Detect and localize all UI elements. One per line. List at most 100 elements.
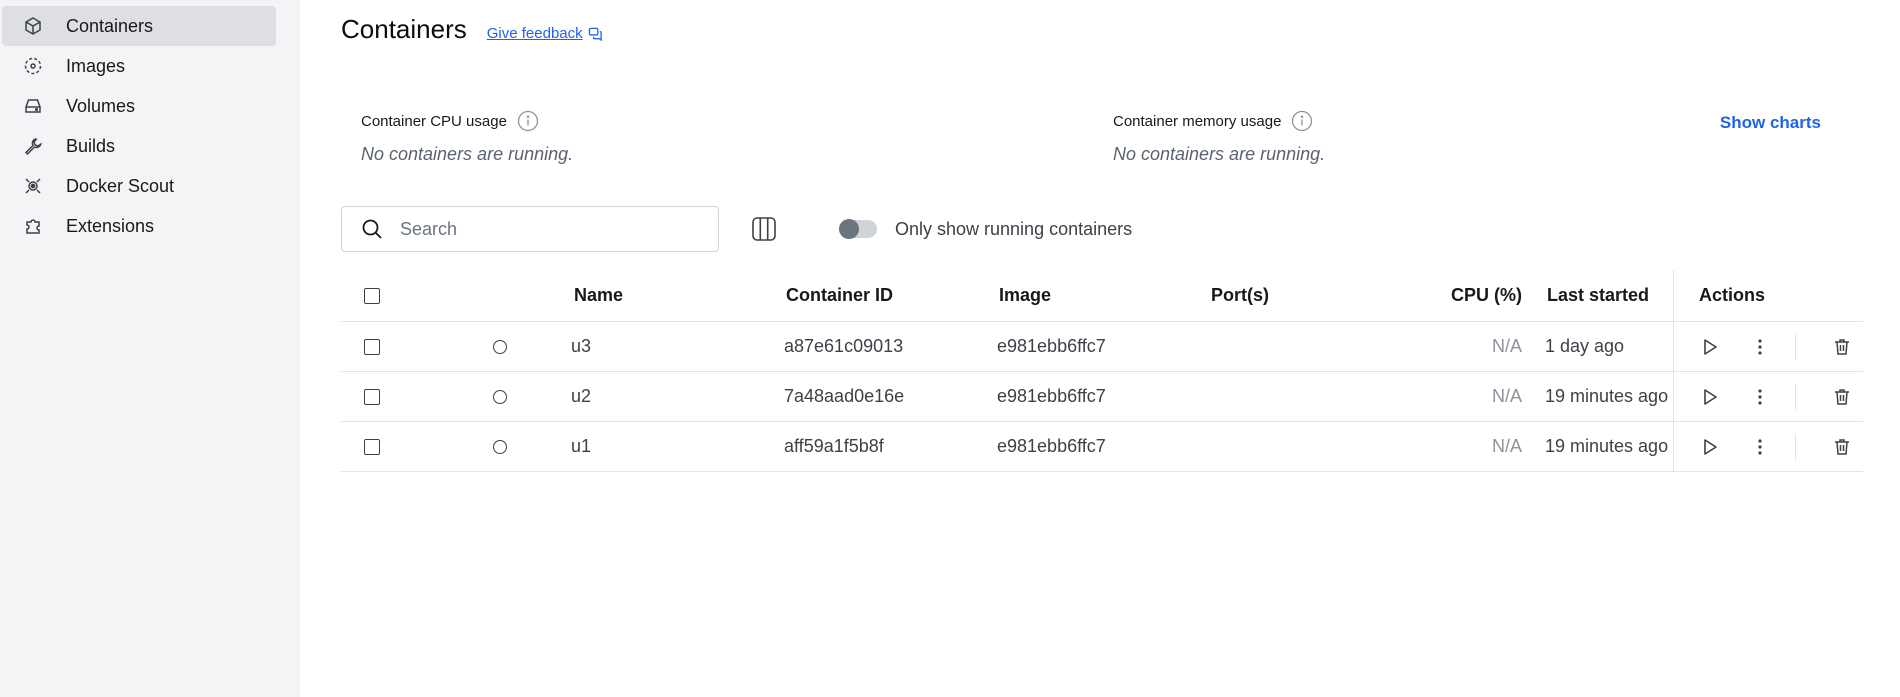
play-icon	[1704, 338, 1717, 355]
sidebar-item-volumes[interactable]: Volumes	[2, 86, 276, 126]
info-icon[interactable]	[1291, 110, 1313, 132]
container-image[interactable]: e981ebb6ffc7	[997, 422, 1106, 471]
trash-icon	[1835, 338, 1849, 355]
actions-divider	[1673, 372, 1674, 421]
actions-divider	[1673, 270, 1674, 321]
action-divider	[1795, 334, 1796, 360]
container-id: a87e61c09013	[784, 336, 904, 356]
row-checkbox[interactable]	[364, 338, 380, 355]
sidebar: Containers Images Volumes Builds Docker …	[0, 0, 300, 697]
running-only-toggle[interactable]	[839, 219, 877, 239]
show-charts-button[interactable]: Show charts	[1720, 113, 1821, 133]
container-image[interactable]: e981ebb6ffc7	[997, 322, 1106, 371]
action-divider	[1795, 434, 1796, 460]
feedback-icon	[588, 27, 602, 41]
scout-icon	[22, 175, 44, 197]
toolbar: Only show running containers	[341, 206, 1132, 252]
sidebar-item-label: Volumes	[66, 95, 136, 116]
memory-usage-value: No containers are running.	[1113, 144, 1326, 164]
search-input[interactable]	[398, 217, 698, 241]
sidebar-item-label: Docker Scout	[66, 175, 175, 196]
sidebar-item-images[interactable]: Images	[2, 46, 276, 86]
running-only-label: Only show running containers	[895, 218, 1133, 239]
table-header: Name Container ID Image Port(s) CPU (%) …	[341, 270, 1863, 322]
more-vertical-icon	[1758, 438, 1762, 455]
memory-usage-panel: Container memory usage No containers are…	[1113, 110, 1325, 165]
cpu-usage-value: No containers are running.	[361, 144, 574, 164]
delete-button[interactable]	[1828, 383, 1856, 411]
header-cpu[interactable]: CPU (%)	[1451, 270, 1522, 321]
search-icon	[362, 219, 382, 239]
toggle-knob	[839, 219, 859, 239]
columns-button[interactable]	[749, 214, 779, 244]
title-row: Containers Give feedback	[341, 14, 603, 45]
row-checkbox[interactable]	[364, 388, 380, 405]
container-name[interactable]: u1	[571, 422, 591, 471]
delete-button[interactable]	[1828, 433, 1856, 461]
actions-divider	[1673, 422, 1674, 471]
container-cpu: N/A	[1492, 336, 1523, 356]
sidebar-item-label: Extensions	[66, 215, 155, 236]
sidebar-item-label: Builds	[66, 135, 116, 156]
images-icon	[22, 55, 44, 77]
header-last-started[interactable]: Last started	[1547, 270, 1649, 321]
search-box[interactable]	[341, 206, 719, 252]
info-icon[interactable]	[517, 110, 539, 132]
select-all-checkbox[interactable]	[364, 287, 380, 304]
status-icon	[493, 339, 507, 354]
sidebar-item-builds[interactable]: Builds	[2, 126, 276, 166]
give-feedback-label: Give feedback	[486, 25, 583, 42]
header-actions: Actions	[1699, 285, 1766, 305]
status-icon	[493, 439, 507, 454]
more-button[interactable]	[1746, 333, 1774, 361]
memory-usage-label: Container memory usage	[1113, 112, 1282, 130]
sidebar-item-label: Images	[66, 55, 126, 76]
sidebar-item-docker-scout[interactable]: Docker Scout	[2, 166, 276, 206]
header-image[interactable]: Image	[999, 270, 1051, 321]
container-last-started: 19 minutes ago	[1545, 436, 1669, 456]
more-button[interactable]	[1746, 383, 1774, 411]
select-all-cell	[364, 270, 380, 321]
cpu-usage-panel: Container CPU usage No containers are ru…	[361, 110, 573, 165]
give-feedback-link[interactable]: Give feedback	[487, 25, 603, 42]
sidebar-item-label: Containers	[66, 15, 154, 36]
container-cpu: N/A	[1492, 436, 1523, 456]
header-container-id[interactable]: Container ID	[786, 270, 893, 321]
container-last-started: 19 minutes ago	[1545, 386, 1669, 406]
start-button[interactable]	[1696, 383, 1724, 411]
delete-button[interactable]	[1828, 333, 1856, 361]
more-button[interactable]	[1746, 433, 1774, 461]
start-button[interactable]	[1696, 333, 1724, 361]
volume-icon	[22, 95, 44, 117]
table-row[interactable]: u3 a87e61c09013 e981ebb6ffc7 N/A 1 day a…	[341, 322, 1863, 372]
more-vertical-icon	[1758, 388, 1762, 405]
trash-icon	[1835, 388, 1849, 405]
play-icon	[1704, 438, 1717, 455]
container-name[interactable]: u2	[571, 372, 591, 421]
cpu-usage-label: Container CPU usage	[361, 112, 507, 130]
play-icon	[1704, 388, 1717, 405]
header-name[interactable]: Name	[574, 270, 623, 321]
wrench-icon	[22, 135, 44, 157]
container-name[interactable]: u3	[571, 322, 591, 371]
trash-icon	[1835, 438, 1849, 455]
container-image[interactable]: e981ebb6ffc7	[997, 372, 1106, 421]
puzzle-icon	[22, 215, 44, 237]
more-vertical-icon	[1758, 338, 1762, 355]
containers-table: Name Container ID Image Port(s) CPU (%) …	[341, 270, 1863, 472]
main-content: Containers Give feedback Container CPU u…	[341, 0, 1863, 697]
sidebar-item-extensions[interactable]: Extensions	[2, 206, 276, 246]
table-row[interactable]: u2 7a48aad0e16e e981ebb6ffc7 N/A 19 minu…	[341, 372, 1863, 422]
status-icon	[493, 389, 507, 404]
sidebar-item-containers[interactable]: Containers	[2, 6, 276, 46]
container-last-started: 1 day ago	[1545, 336, 1625, 356]
start-button[interactable]	[1696, 433, 1724, 461]
action-divider	[1795, 384, 1796, 410]
header-ports[interactable]: Port(s)	[1211, 270, 1269, 321]
row-checkbox[interactable]	[364, 438, 380, 455]
actions-divider	[1673, 322, 1674, 371]
box-icon	[22, 15, 44, 37]
table-row[interactable]: u1 aff59a1f5b8f e981ebb6ffc7 N/A 19 minu…	[341, 422, 1863, 472]
columns-icon	[752, 217, 776, 241]
container-cpu: N/A	[1492, 386, 1523, 406]
